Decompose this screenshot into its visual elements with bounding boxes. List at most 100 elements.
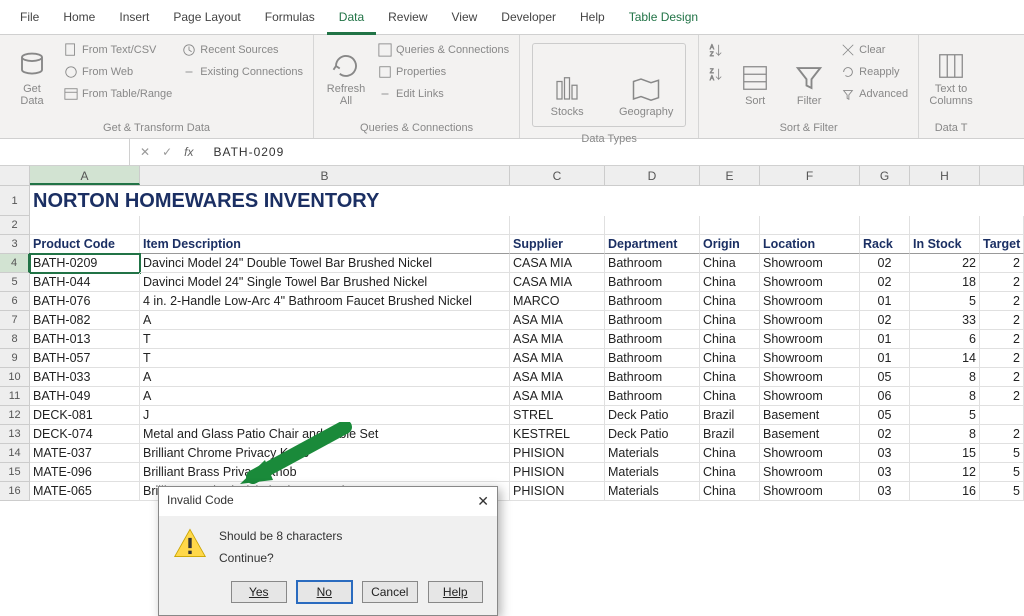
cell-code[interactable]: MATE-096 [30, 463, 140, 482]
cell-instock[interactable]: 6 [910, 330, 980, 349]
tab-developer[interactable]: Developer [489, 4, 568, 34]
col-header-I[interactable] [980, 166, 1024, 185]
cell-origin[interactable]: China [700, 463, 760, 482]
cell-desc[interactable]: 4 in. 2-Handle Low-Arc 4" Bathroom Fauce… [140, 292, 510, 311]
cell-desc[interactable]: T [140, 330, 510, 349]
cell[interactable] [700, 216, 760, 235]
row-header[interactable]: 13 [0, 425, 30, 444]
cell-supplier[interactable]: CASA MIA [510, 273, 605, 292]
cell-desc[interactable]: Brilliant Chrome Privacy Knob [140, 444, 510, 463]
cell-code[interactable]: MATE-065 [30, 482, 140, 501]
cell-location[interactable]: Showroom [760, 311, 860, 330]
cell-origin[interactable]: China [700, 254, 760, 273]
cell-rack[interactable]: 02 [860, 311, 910, 330]
row-header[interactable]: 14 [0, 444, 30, 463]
cell-desc[interactable]: Brilliant Brass Privacy Knob [140, 463, 510, 482]
cell-desc[interactable]: A [140, 311, 510, 330]
row-header[interactable]: 5 [0, 273, 30, 292]
cell-target[interactable]: 2 [980, 311, 1024, 330]
cell-supplier[interactable]: ASA MIA [510, 349, 605, 368]
tab-view[interactable]: View [440, 4, 490, 34]
dialog-cancel-button[interactable]: Cancel [362, 581, 418, 603]
from-web-button[interactable]: From Web [62, 61, 174, 83]
from-table-button[interactable]: From Table/Range [62, 83, 174, 105]
cell-origin[interactable]: China [700, 311, 760, 330]
cell-supplier[interactable]: MARCO [510, 292, 605, 311]
cell-location[interactable]: Showroom [760, 254, 860, 273]
sheet-title[interactable]: NORTON HOMEWARES INVENTORY [30, 186, 1024, 216]
cell-target[interactable]: 5 [980, 482, 1024, 501]
cell-code[interactable]: DECK-074 [30, 425, 140, 444]
row-header[interactable]: 1 [0, 186, 30, 216]
row-header[interactable]: 2 [0, 216, 30, 235]
header-instock[interactable]: In Stock [910, 235, 980, 254]
row-header[interactable]: 3 [0, 235, 30, 254]
row-header[interactable]: 11 [0, 387, 30, 406]
cell-origin[interactable]: China [700, 444, 760, 463]
cell-supplier[interactable]: PHISION [510, 482, 605, 501]
cell-target[interactable]: 2 [980, 273, 1024, 292]
cell-rack[interactable]: 06 [860, 387, 910, 406]
cell-instock[interactable]: 33 [910, 311, 980, 330]
sort-az-button[interactable]: AZ [707, 39, 725, 61]
cell-department[interactable]: Bathroom [605, 273, 700, 292]
cell-target[interactable]: 5 [980, 463, 1024, 482]
cell-location[interactable]: Showroom [760, 463, 860, 482]
cell-desc[interactable]: A [140, 368, 510, 387]
header-target[interactable]: Target [980, 235, 1024, 254]
header-department[interactable]: Department [605, 235, 700, 254]
tab-insert[interactable]: Insert [107, 4, 161, 34]
row-header[interactable]: 12 [0, 406, 30, 425]
properties-button[interactable]: Properties [376, 61, 511, 83]
cell-location[interactable]: Showroom [760, 292, 860, 311]
cell-supplier[interactable]: ASA MIA [510, 330, 605, 349]
formula-input[interactable]: BATH-0209 [203, 145, 1024, 159]
cell-instock[interactable]: 12 [910, 463, 980, 482]
cell-supplier[interactable]: ASA MIA [510, 387, 605, 406]
cell-instock[interactable]: 8 [910, 387, 980, 406]
tab-tabledesign[interactable]: Table Design [617, 4, 710, 34]
row-header[interactable]: 4 [0, 254, 30, 273]
cell-location[interactable]: Showroom [760, 444, 860, 463]
row-header[interactable]: 16 [0, 482, 30, 501]
cell[interactable] [760, 216, 860, 235]
edit-links-button[interactable]: Edit Links [376, 83, 511, 105]
header-desc[interactable]: Item Description [140, 235, 510, 254]
cell-code[interactable]: BATH-049 [30, 387, 140, 406]
cell-supplier[interactable]: PHISION [510, 444, 605, 463]
cell-code[interactable]: MATE-037 [30, 444, 140, 463]
cell-department[interactable]: Bathroom [605, 368, 700, 387]
dialog-no-button[interactable]: No [297, 581, 353, 603]
cell-location[interactable]: Showroom [760, 368, 860, 387]
cell-desc[interactable]: Davinci Model 24" Double Towel Bar Brush… [140, 254, 510, 273]
cell-origin[interactable]: China [700, 368, 760, 387]
cell-target[interactable]: 2 [980, 254, 1024, 273]
col-header-F[interactable]: F [760, 166, 860, 185]
header-supplier[interactable]: Supplier [510, 235, 605, 254]
cell-desc[interactable]: A [140, 387, 510, 406]
cell-department[interactable]: Bathroom [605, 311, 700, 330]
cell[interactable] [860, 216, 910, 235]
cell-instock[interactable]: 22 [910, 254, 980, 273]
col-header-H[interactable]: H [910, 166, 980, 185]
cell-instock[interactable]: 14 [910, 349, 980, 368]
cell-code[interactable]: BATH-044 [30, 273, 140, 292]
recent-sources-button[interactable]: Recent Sources [180, 39, 305, 61]
cell-rack[interactable]: 05 [860, 406, 910, 425]
cell-supplier[interactable]: ASA MIA [510, 368, 605, 387]
cell-desc[interactable]: T [140, 349, 510, 368]
cancel-formula-icon[interactable]: ✕ [140, 145, 150, 159]
cell-supplier[interactable]: CASA MIA [510, 254, 605, 273]
cell[interactable] [140, 216, 510, 235]
cell-instock[interactable]: 16 [910, 482, 980, 501]
cell-rack[interactable]: 02 [860, 425, 910, 444]
queries-connections-button[interactable]: Queries & Connections [376, 39, 511, 61]
cell-code[interactable]: BATH-082 [30, 311, 140, 330]
cell-location[interactable]: Showroom [760, 273, 860, 292]
row-header[interactable]: 8 [0, 330, 30, 349]
cell-rack[interactable]: 03 [860, 444, 910, 463]
sort-za-button[interactable]: ZA [707, 63, 725, 85]
cell-origin[interactable]: China [700, 292, 760, 311]
tab-home[interactable]: Home [51, 4, 107, 34]
col-header-C[interactable]: C [510, 166, 605, 185]
